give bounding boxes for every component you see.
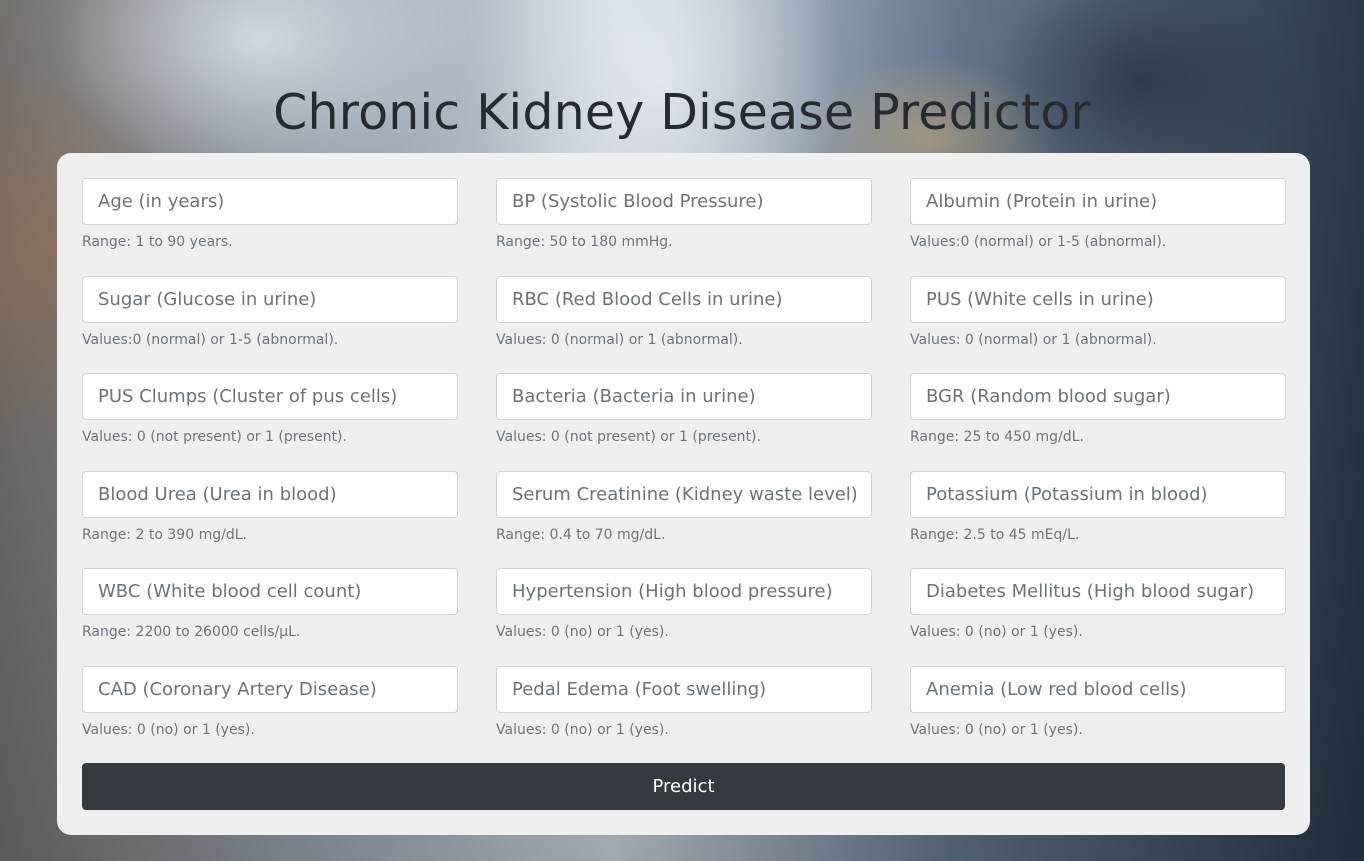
field-hypertension: Values: 0 (no) or 1 (yes). — [496, 568, 872, 666]
age-hint: Range: 1 to 90 years. — [82, 234, 233, 250]
serum-creatinine-hint: Range: 0.4 to 70 mg/dL. — [496, 526, 666, 543]
age-input[interactable] — [82, 178, 458, 225]
rbc-hint: Values: 0 (normal) or 1 (abnormal). — [496, 331, 743, 348]
wbc-hint: Range: 2200 to 26000 cells/µL. — [82, 624, 301, 641]
sugar-input[interactable] — [82, 275, 458, 323]
field-pus: Values: 0 (normal) or 1 (abnormal). — [910, 275, 1286, 374]
field-cad: Values: 0 (no) or 1 (yes). — [82, 665, 458, 764]
wbc-input[interactable] — [82, 568, 458, 616]
field-pus-clumps: Values: 0 (not present) or 1 (present). — [82, 373, 458, 471]
field-serum-creatinine: Range: 0.4 to 70 mg/dL. — [496, 470, 872, 569]
blood-urea-hint: Range: 2 to 390 mg/dL. — [82, 526, 247, 543]
pedal-edema-hint: Values: 0 (no) or 1 (yes). — [496, 721, 669, 738]
cad-hint: Values: 0 (no) or 1 (yes). — [82, 721, 255, 738]
field-anemia: Values: 0 (no) or 1 (yes). — [910, 665, 1286, 764]
field-albumin: Values:0 (normal) or 1-5 (abnormal). — [910, 178, 1286, 276]
field-diabetes: Values: 0 (no) or 1 (yes). — [910, 568, 1286, 666]
anemia-input[interactable] — [910, 665, 1286, 713]
field-sugar: Values:0 (normal) or 1-5 (abnormal). — [82, 275, 458, 374]
diabetes-hint: Values: 0 (no) or 1 (yes). — [910, 624, 1083, 641]
bacteria-input[interactable] — [496, 373, 872, 421]
predict-button[interactable]: Predict — [82, 763, 1285, 810]
bgr-hint: Range: 25 to 450 mg/dL. — [910, 429, 1084, 446]
pus-input[interactable] — [910, 275, 1286, 323]
pus-clumps-input[interactable] — [82, 373, 458, 421]
pus-clumps-hint: Values: 0 (not present) or 1 (present). — [82, 429, 347, 446]
cad-input[interactable] — [82, 665, 458, 713]
bacteria-hint: Values: 0 (not present) or 1 (present). — [496, 429, 761, 446]
albumin-input[interactable] — [910, 178, 1286, 225]
field-age: Range: 1 to 90 years. — [82, 178, 458, 276]
potassium-hint: Range: 2.5 to 45 mEq/L. — [910, 526, 1080, 543]
blood-urea-input[interactable] — [82, 470, 458, 518]
bgr-input[interactable] — [910, 373, 1286, 421]
field-bgr: Range: 25 to 450 mg/dL. — [910, 373, 1286, 471]
bp-hint: Range: 50 to 180 mmHg. — [496, 234, 673, 250]
serum-creatinine-input[interactable] — [496, 470, 872, 518]
field-bp: Range: 50 to 180 mmHg. — [496, 178, 872, 276]
field-rbc: Values: 0 (normal) or 1 (abnormal). — [496, 275, 872, 374]
rbc-input[interactable] — [496, 275, 872, 323]
pedal-edema-input[interactable] — [496, 665, 872, 713]
form-card: Range: 1 to 90 years. Range: 50 to 180 m… — [57, 153, 1310, 835]
form-grid: Range: 1 to 90 years. Range: 50 to 180 m… — [82, 178, 1286, 764]
hypertension-hint: Values: 0 (no) or 1 (yes). — [496, 624, 669, 641]
sugar-hint: Values:0 (normal) or 1-5 (abnormal). — [82, 331, 339, 348]
field-wbc: Range: 2200 to 26000 cells/µL. — [82, 568, 458, 666]
diabetes-input[interactable] — [910, 568, 1286, 616]
hypertension-input[interactable] — [496, 568, 872, 616]
potassium-input[interactable] — [910, 470, 1286, 518]
page-title: Chronic Kidney Disease Predictor — [273, 84, 1091, 141]
anemia-hint: Values: 0 (no) or 1 (yes). — [910, 721, 1083, 738]
bp-input[interactable] — [496, 178, 872, 225]
field-blood-urea: Range: 2 to 390 mg/dL. — [82, 470, 458, 569]
field-bacteria: Values: 0 (not present) or 1 (present). — [496, 373, 872, 471]
pus-hint: Values: 0 (normal) or 1 (abnormal). — [910, 331, 1157, 348]
field-potassium: Range: 2.5 to 45 mEq/L. — [910, 470, 1286, 569]
albumin-hint: Values:0 (normal) or 1-5 (abnormal). — [910, 234, 1167, 250]
field-pedal-edema: Values: 0 (no) or 1 (yes). — [496, 665, 872, 764]
